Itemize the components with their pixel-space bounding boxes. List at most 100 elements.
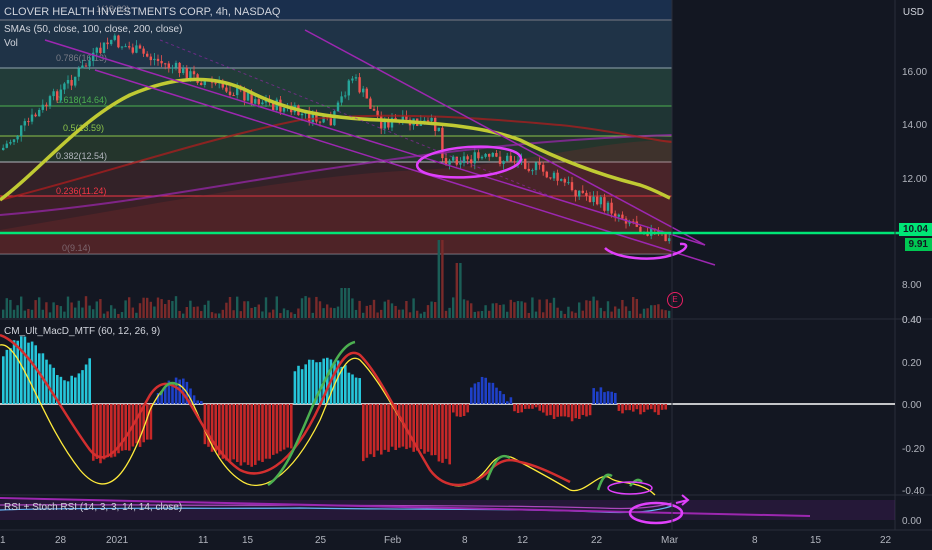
rsi-axis[interactable]: 0.00 [902, 516, 922, 527]
rsi-legend[interactable]: RSI + Stoch RSI (14, 3, 3, 14, 14, close… [4, 501, 182, 514]
volume-bar [102, 313, 106, 318]
time-axis[interactable]: 1 28 2021 11 15 25 Feb 8 12 22 Mar 8 15 … [0, 535, 892, 546]
sma-legend[interactable]: SMAs (50, close, 100, close, 200, close) [4, 23, 182, 36]
volume-bar [534, 311, 538, 318]
macd-histogram-bar [344, 365, 347, 404]
macd-histogram-bar [552, 404, 556, 419]
macd-histogram-bar [516, 404, 520, 414]
volume-bar [480, 311, 484, 318]
volume-bar [142, 297, 145, 318]
macd-axis[interactable]: 0.40 0.20 0.00 -0.20 -0.40 [902, 315, 925, 497]
macd-histogram-bar [473, 383, 477, 404]
candle [498, 156, 502, 164]
macd-histogram-bar [632, 404, 635, 412]
macd-histogram-bar [538, 404, 541, 411]
currency-button[interactable]: USD [899, 6, 928, 19]
candle [59, 89, 62, 101]
macd-histogram-bar [81, 370, 84, 404]
candle [81, 65, 84, 69]
fib-label-0618: 0.618(14.64) [56, 95, 107, 105]
volume-bar [430, 301, 433, 318]
price-tick-12: 12.00 [902, 174, 927, 185]
macd-histogram-bar [617, 404, 621, 411]
volume-bar [660, 309, 664, 318]
volume-bar [545, 299, 548, 318]
volume-bar [398, 309, 401, 318]
candle [552, 172, 556, 179]
chart-root: 1(18.02) 0.786(16.13) 0.618(14.64) 0.5(1… [0, 0, 932, 550]
macd-histogram-bar [135, 404, 138, 444]
chart-canvas[interactable]: 1(18.02) 0.786(16.13) 0.618(14.64) 0.5(1… [0, 0, 932, 550]
volume-bar [452, 297, 455, 318]
macd-histogram-bar [635, 404, 639, 410]
macd-histogram-bar [556, 404, 559, 417]
candle [192, 71, 196, 75]
vol-legend[interactable]: Vol [4, 37, 18, 50]
volume-bar [444, 310, 448, 318]
candle [48, 96, 52, 107]
candle [354, 77, 358, 79]
time-label-25: 25 [315, 535, 327, 546]
macd-histogram-bar [304, 364, 307, 404]
macd-histogram-bar [264, 404, 268, 459]
macd-histogram-bar [30, 341, 34, 404]
volume-bar [135, 312, 138, 318]
volume-bar [268, 312, 271, 318]
volume-bar [502, 304, 505, 318]
volume-bar [362, 312, 365, 318]
macd-histogram-bar [621, 404, 624, 414]
volume-bar [9, 299, 12, 318]
macd-histogram-bar [196, 400, 199, 404]
volume-bar [567, 306, 570, 318]
macd-histogram-bar [642, 404, 646, 413]
macd-histogram-bar [84, 364, 88, 404]
time-label-22-mar: 22 [880, 535, 892, 546]
candle [473, 152, 476, 164]
volume-bar [272, 309, 275, 318]
candle [470, 159, 473, 164]
time-label-8-mar: 8 [752, 535, 758, 546]
candle [300, 113, 304, 116]
macd-histogram-bar [59, 376, 63, 404]
candle [495, 153, 498, 157]
macd-histogram-bar [488, 382, 491, 404]
macd-histogram-bar [477, 382, 480, 404]
price-axis[interactable]: 16.00 14.00 12.00 8.00 0.40 [902, 67, 927, 326]
volume-bar [308, 297, 311, 318]
earnings-icon[interactable]: E [667, 292, 683, 308]
volume-bar [333, 308, 336, 318]
macd-histogram-bar [423, 404, 426, 454]
candle [664, 233, 667, 242]
macd-histogram-bar [376, 404, 379, 451]
time-label-28: 28 [55, 535, 67, 546]
time-label-2021: 2021 [106, 535, 129, 546]
volume-bar [585, 300, 588, 318]
candle [639, 226, 642, 233]
volume-bar [632, 297, 635, 318]
candle [164, 63, 167, 65]
volume-bar [300, 298, 304, 318]
symbol-title[interactable]: CLOVER HEALTH INVESTMENTS CORP, 4h, NASD… [4, 6, 281, 19]
volume-bar [311, 312, 314, 318]
volume-bar [462, 299, 466, 318]
macd-histogram-bar [437, 404, 441, 462]
candle [531, 170, 534, 172]
macd-histogram-bar [448, 404, 451, 465]
volume-bar [48, 312, 52, 318]
volume-bar [56, 305, 59, 318]
macd-legend[interactable]: CM_Ult_MacD_MTF (60, 12, 26, 9) [4, 325, 160, 338]
candle [110, 39, 113, 45]
macd-histogram-bar [563, 404, 567, 417]
volume-bar [2, 309, 5, 318]
candle [178, 62, 181, 74]
volume-bar [264, 297, 268, 318]
candle [23, 121, 26, 126]
macd-histogram-bar [102, 404, 106, 460]
volume-bar [153, 306, 156, 318]
volume-bar [484, 305, 487, 318]
macd-histogram-bar [369, 404, 372, 455]
macd-histogram-bar [426, 404, 430, 452]
candle [570, 182, 574, 191]
fib-label-0786: 0.786(16.13) [56, 53, 107, 63]
candle [113, 35, 116, 40]
